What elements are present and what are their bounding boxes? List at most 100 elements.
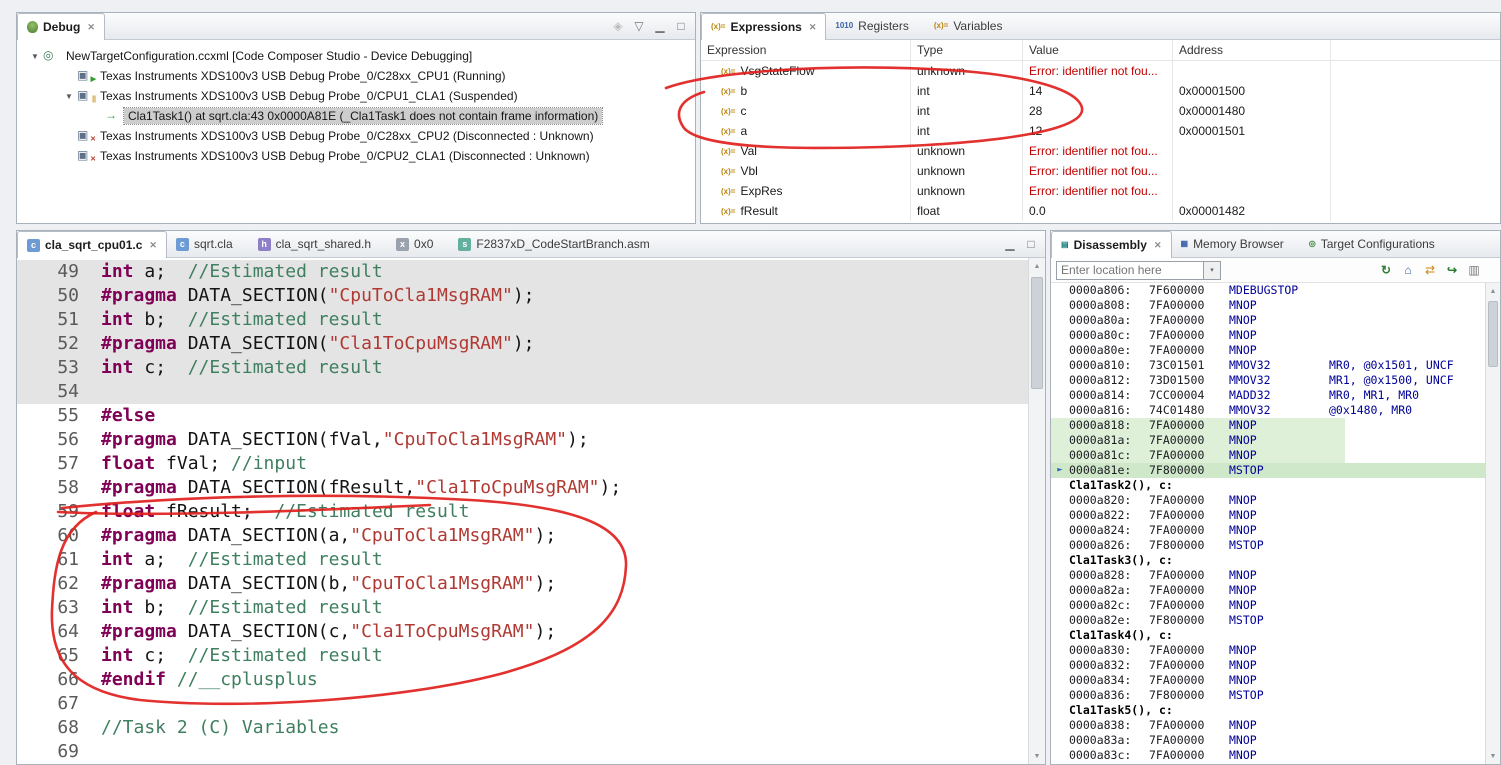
instruction-pointer-icon[interactable]	[1051, 448, 1069, 463]
view-tab[interactable]: ▦ Memory Browser	[1172, 231, 1300, 257]
code-line[interactable]: 56 #pragma DATA_SECTION(fVal,"CpuToCla1M…	[17, 428, 1028, 452]
disasm-row[interactable]: 0000a82e: 7F800000 MSTOP	[1051, 613, 1485, 628]
expression-row[interactable]: (x)= Vbl unknown Error: identifier not fo…	[701, 161, 1500, 181]
code-line[interactable]: 50 #pragma DATA_SECTION("CpuToCla1MsgRAM…	[17, 284, 1028, 308]
editor-scrollbar[interactable]: ▲ ▼	[1028, 258, 1045, 764]
debug-tree-row[interactable]: ▣ ▶ Texas Instruments XDS100v3 USB Debug …	[17, 66, 695, 86]
close-icon[interactable]: ✕	[809, 22, 817, 33]
instruction-pointer-icon[interactable]	[1051, 508, 1069, 523]
scroll-up-icon[interactable]: ▲	[1486, 283, 1500, 299]
expression-name-cell[interactable]: (x)= c	[701, 101, 911, 121]
disasm-row[interactable]: 0000a830: 7FA00000 MNOP	[1051, 643, 1485, 658]
instruction-pointer-icon[interactable]	[1051, 523, 1069, 538]
expression-name-cell[interactable]: (x)= a	[701, 121, 911, 141]
disasm-row[interactable]: 0000a83e: 7F800000 MSTOP	[1051, 763, 1485, 764]
disasm-row[interactable]: 0000a826: 7F800000 MSTOP	[1051, 538, 1485, 553]
debug-tree-row[interactable]: ▼ ▣ || Texas Instruments XDS100v3 USB Deb…	[17, 86, 695, 106]
disasm-row[interactable]: 0000a824: 7FA00000 MNOP	[1051, 523, 1485, 538]
code-line[interactable]: 57 float fVal; //input	[17, 452, 1028, 476]
link-with-source-icon[interactable]: ⇄	[1421, 261, 1439, 279]
editor-tab[interactable]: c sqrt.cla	[167, 231, 249, 257]
instruction-pointer-icon[interactable]	[1051, 358, 1069, 373]
disasm-row[interactable]: 0000a82c: 7FA00000 MNOP	[1051, 598, 1485, 613]
disasm-row[interactable]: ► 0000a81e: 7F800000 MSTOP	[1051, 463, 1485, 478]
code-line[interactable]: 51 int b; //Estimated result	[17, 308, 1028, 332]
instruction-pointer-icon[interactable]	[1051, 313, 1069, 328]
disasm-row[interactable]: 0000a820: 7FA00000 MNOP	[1051, 493, 1485, 508]
disasm-row[interactable]: 0000a810: 73C01501 MMOV32 MR0, @0x1501, …	[1051, 358, 1485, 373]
maximize-icon[interactable]: □	[672, 17, 690, 35]
disasm-row[interactable]: Cla1Task3(), c:	[1051, 553, 1485, 568]
instruction-pointer-icon[interactable]	[1051, 613, 1069, 628]
disasm-row[interactable]: 0000a822: 7FA00000 MNOP	[1051, 508, 1485, 523]
disasm-row[interactable]: 0000a83c: 7FA00000 MNOP	[1051, 748, 1485, 763]
instruction-pointer-icon[interactable]	[1051, 328, 1069, 343]
maximize-icon[interactable]: □	[1022, 235, 1040, 253]
debug-tree-row[interactable]: ▣ ✕ Texas Instruments XDS100v3 USB Debug …	[17, 126, 695, 146]
disasm-row[interactable]: 0000a81c: 7FA00000 MNOP	[1051, 448, 1345, 463]
location-history-icon[interactable]: ▾	[1204, 260, 1221, 280]
instruction-pointer-icon[interactable]	[1051, 733, 1069, 748]
instruction-pointer-icon[interactable]	[1051, 658, 1069, 673]
minimize-icon[interactable]: ▁	[1001, 235, 1019, 253]
expression-row[interactable]: (x)= ExpRes unknown Error: identifier not…	[701, 181, 1500, 201]
disasm-row[interactable]: Cla1Task2(), c:	[1051, 478, 1485, 493]
code-line[interactable]: 58 #pragma DATA_SECTION(fResult,"Cla1ToC…	[17, 476, 1028, 500]
instruction-pointer-icon[interactable]	[1051, 388, 1069, 403]
instruction-pointer-icon[interactable]	[1051, 718, 1069, 733]
instruction-pointer-icon[interactable]	[1051, 763, 1069, 764]
disasm-row[interactable]: 0000a812: 73D01500 MMOV32 MR1, @0x1500, …	[1051, 373, 1485, 388]
code-line[interactable]: 61 int a; //Estimated result	[17, 548, 1028, 572]
debug-tree-row[interactable]: ▣ ✕ Texas Instruments XDS100v3 USB Debug …	[17, 146, 695, 166]
scroll-down-icon[interactable]: ▼	[1486, 748, 1500, 764]
goto-pc-icon[interactable]: ↪	[1443, 261, 1461, 279]
code-line[interactable]: 55 #else	[17, 404, 1028, 428]
connect-target-icon[interactable]: ◈	[609, 17, 627, 35]
instruction-pointer-icon[interactable]	[1051, 403, 1069, 418]
disasm-row[interactable]: 0000a806: 7F600000 MDEBUGSTOP	[1051, 283, 1485, 298]
instruction-pointer-icon[interactable]	[1051, 643, 1069, 658]
close-icon[interactable]: ✕	[87, 22, 95, 33]
editor-tab[interactable]: h cla_sqrt_shared.h	[249, 231, 387, 257]
instruction-pointer-icon[interactable]	[1051, 283, 1069, 298]
home-icon[interactable]: ⌂	[1399, 261, 1417, 279]
code-line[interactable]: 67	[17, 692, 1028, 716]
disasm-row[interactable]: Cla1Task5(), c:	[1051, 703, 1485, 718]
code-line[interactable]: 59 float fResult; //Estimated result	[17, 500, 1028, 524]
view-tab[interactable]: (x)= Expressions ✕	[701, 13, 827, 40]
instruction-pointer-icon[interactable]	[1051, 418, 1069, 433]
expression-name-cell[interactable]: (x)= Val	[701, 141, 911, 161]
code-line[interactable]: 64 #pragma DATA_SECTION(c,"Cla1ToCpuMsgR…	[17, 620, 1028, 644]
instruction-pointer-icon[interactable]	[1051, 748, 1069, 763]
code-line[interactable]: 60 #pragma DATA_SECTION(a,"CpuToCla1MsgR…	[17, 524, 1028, 548]
disasm-row[interactable]: 0000a80a: 7FA00000 MNOP	[1051, 313, 1485, 328]
disasm-row[interactable]: 0000a836: 7F800000 MSTOP	[1051, 688, 1485, 703]
column-header[interactable]: Expression	[701, 40, 911, 60]
code-line[interactable]: 49 int a; //Estimated result	[17, 260, 1028, 284]
scroll-up-icon[interactable]: ▲	[1029, 258, 1045, 274]
disasm-row[interactable]: 0000a83a: 7FA00000 MNOP	[1051, 733, 1485, 748]
instruction-pointer-icon[interactable]	[1051, 373, 1069, 388]
expression-row[interactable]: (x)= a int 12 0x00001501	[701, 121, 1500, 141]
disasm-row[interactable]: 0000a818: 7FA00000 MNOP	[1051, 418, 1345, 433]
expression-name-cell[interactable]: (x)= VsgStateFlow	[701, 61, 911, 81]
code-line[interactable]: 69	[17, 740, 1028, 764]
disasm-row[interactable]: 0000a834: 7FA00000 MNOP	[1051, 673, 1485, 688]
disasm-row[interactable]: 0000a816: 74C01480 MMOV32 @0x1480, MR0	[1051, 403, 1485, 418]
editor-tab[interactable]: s F2837xD_CodeStartBranch.asm	[449, 231, 665, 257]
close-icon[interactable]: ✕	[149, 240, 157, 251]
location-input[interactable]	[1056, 260, 1204, 280]
column-header[interactable]: Value	[1023, 40, 1173, 60]
close-icon[interactable]: ✕	[1154, 240, 1162, 251]
view-menu-icon[interactable]: ▽	[630, 17, 648, 35]
disasm-row[interactable]: 0000a832: 7FA00000 MNOP	[1051, 658, 1485, 673]
view-tab[interactable]: ▤ Disassembly ✕	[1051, 231, 1172, 258]
code-line[interactable]: 68 //Task 2 (C) Variables	[17, 716, 1028, 740]
disasm-row[interactable]: Cla1Task4(), c:	[1051, 628, 1485, 643]
refresh-view-icon[interactable]: ↻	[1377, 261, 1395, 279]
code-line[interactable]: 66 #endif //__cplusplus	[17, 668, 1028, 692]
instruction-pointer-icon[interactable]	[1051, 568, 1069, 583]
view-tab[interactable]: (x)= Variables	[925, 13, 1019, 39]
disassembly-scrollbar[interactable]: ▲ ▼	[1485, 283, 1500, 764]
scroll-down-icon[interactable]: ▼	[1029, 748, 1045, 764]
